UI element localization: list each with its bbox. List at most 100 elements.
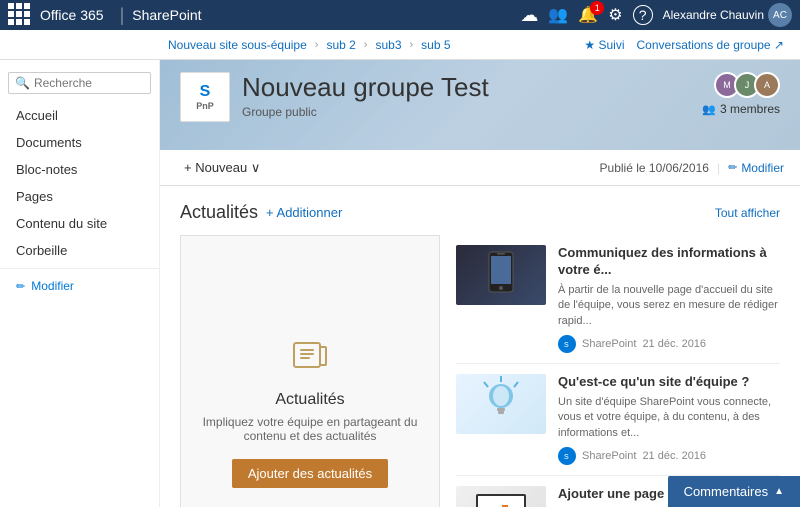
- news-section-title: Actualités: [180, 202, 258, 223]
- news-item-1[interactable]: Qu'est-ce qu'un site d'équipe ? Un site …: [456, 364, 780, 476]
- top-bar-icons: ☁ 👥 🔔 1 ⚙ ? Alexandre Chauvin AC: [520, 3, 792, 27]
- layout: 🔍 Accueil Documents Bloc-notes Pages Con…: [0, 60, 800, 507]
- news-placeholder-text: Impliquez votre équipe en partageant du …: [201, 415, 419, 443]
- news-placeholder-icon: [290, 335, 330, 383]
- sidebar-item-label: Accueil: [16, 108, 58, 123]
- news-thumb-0: [456, 245, 546, 305]
- notification-icon[interactable]: 🔔 1: [578, 5, 598, 25]
- modify-button[interactable]: ✏ Modifier: [728, 161, 784, 175]
- user-menu[interactable]: Alexandre Chauvin AC: [663, 3, 792, 27]
- sidebar-nav: Accueil Documents Bloc-notes Pages Conte…: [0, 102, 159, 299]
- commentaires-label: Commentaires: [684, 484, 769, 499]
- sidebar-item-corbeille[interactable]: Corbeille: [0, 237, 159, 264]
- suivi-button[interactable]: ★ Suivi: [584, 38, 624, 52]
- sidebar-divider: [0, 268, 159, 269]
- breadcrumb-item-0[interactable]: Nouveau site sous-équipe: [160, 30, 315, 60]
- members-count[interactable]: 👥 3 membres: [702, 102, 780, 116]
- published-date: Publié le 10/06/2016: [600, 161, 709, 175]
- user-name: Alexandre Chauvin: [663, 8, 764, 22]
- main-content: S PnP Nouveau groupe Test Groupe public …: [160, 60, 800, 507]
- sidebar: 🔍 Accueil Documents Bloc-notes Pages Con…: [0, 60, 160, 507]
- sidebar-item-label: Pages: [16, 189, 53, 204]
- news-section-header: Actualités + Additionner Tout afficher: [180, 202, 780, 223]
- people-small-icon: 👥: [702, 103, 716, 116]
- commentaires-button[interactable]: Commentaires ▲: [668, 476, 800, 507]
- sidebar-item-contenu[interactable]: Contenu du site: [0, 210, 159, 237]
- separator: |: [120, 5, 125, 26]
- news-thumb-2: [456, 486, 546, 507]
- breadcrumb-item-3[interactable]: sub 5: [413, 30, 458, 60]
- svg-text:S: S: [564, 454, 569, 461]
- member-avatar-3: A: [754, 72, 780, 98]
- group-actions: ★ Suivi Conversations de groupe ↗: [584, 38, 800, 52]
- sidebar-item-label: Contenu du site: [16, 216, 107, 231]
- news-source-1: SharePoint: [582, 450, 636, 462]
- app-name: Office 365: [40, 7, 104, 23]
- news-meta-1: S SharePoint 21 déc. 2016: [558, 447, 780, 465]
- help-icon[interactable]: ?: [633, 5, 653, 25]
- sidebar-modifier-button[interactable]: ✏ Modifier: [0, 273, 159, 299]
- breadcrumb-item-2[interactable]: sub3: [367, 30, 409, 60]
- news-add-actualites-button[interactable]: Ajouter des actualités: [232, 459, 388, 488]
- sidebar-item-documents[interactable]: Documents: [0, 129, 159, 156]
- user-avatar: AC: [768, 3, 792, 27]
- news-info-0: Communiquez des informations à votre é..…: [558, 245, 780, 353]
- group-icon: S PnP: [180, 72, 230, 122]
- group-title-area: Nouveau groupe Test Groupe public: [242, 72, 690, 119]
- news-list: Communiquez des informations à votre é..…: [456, 235, 780, 507]
- news-info-1: Qu'est-ce qu'un site d'équipe ? Un site …: [558, 374, 780, 465]
- group-icon-s: S: [200, 83, 211, 101]
- notification-badge: 1: [590, 1, 604, 15]
- action-bar-right: Publié le 10/06/2016 | ✏ Modifier: [600, 161, 784, 175]
- sidebar-modifier-label: Modifier: [31, 279, 74, 293]
- news-item-0[interactable]: Communiquez des informations à votre é..…: [456, 235, 780, 364]
- news-placeholder-title: Actualités: [275, 391, 344, 409]
- group-title: Nouveau groupe Test: [242, 72, 690, 103]
- sidebar-item-label: Documents: [16, 135, 82, 150]
- edit-icon: ✏: [728, 161, 737, 174]
- sidebar-item-bloc-notes[interactable]: Bloc-notes: [0, 156, 159, 183]
- group-icon-pnp: PnP: [196, 101, 214, 111]
- sharepoint-icon-1: S: [558, 447, 576, 465]
- modifier-icon: ✏: [16, 280, 25, 293]
- search-input[interactable]: [34, 76, 144, 90]
- site-name[interactable]: SharePoint: [132, 7, 201, 23]
- chevron-up-icon: ▲: [774, 486, 784, 497]
- waffle-menu[interactable]: [8, 3, 32, 27]
- news-excerpt-0: À partir de la nouvelle page d'accueil d…: [558, 283, 780, 329]
- settings-icon[interactable]: ⚙: [608, 5, 622, 25]
- sidebar-item-pages[interactable]: Pages: [0, 183, 159, 210]
- group-members-area: M J A 👥 3 membres: [702, 72, 780, 116]
- sharepoint-icon-0: S: [558, 335, 576, 353]
- group-subtitle: Groupe public: [242, 105, 690, 119]
- breadcrumb: Nouveau site sous-équipe › sub 2 › sub3 …: [160, 30, 584, 60]
- news-add-button[interactable]: + Additionner: [266, 205, 342, 220]
- news-placeholder: Actualités Impliquez votre équipe en par…: [180, 235, 440, 507]
- sidebar-item-label: Corbeille: [16, 243, 67, 258]
- group-header: S PnP Nouveau groupe Test Groupe public …: [160, 60, 800, 150]
- news-content: Actualités Impliquez votre équipe en par…: [180, 235, 780, 507]
- nouveau-button[interactable]: + Nouveau ∨: [176, 156, 268, 180]
- member-avatars: M J A: [714, 72, 780, 98]
- action-bar: + Nouveau ∨ Publié le 10/06/2016 | ✏ Mod…: [160, 150, 800, 186]
- news-title-1: Qu'est-ce qu'un site d'équipe ?: [558, 374, 780, 391]
- breadcrumb-item-1[interactable]: sub 2: [318, 30, 363, 60]
- news-thumb-1: [456, 374, 546, 434]
- sidebar-item-label: Bloc-notes: [16, 162, 77, 177]
- svg-text:S: S: [564, 342, 569, 349]
- conversations-button[interactable]: Conversations de groupe ↗: [637, 38, 784, 52]
- people-icon[interactable]: 👥: [548, 5, 568, 25]
- news-date-1: 21 déc. 2016: [642, 450, 706, 462]
- search-box[interactable]: 🔍: [8, 72, 151, 94]
- cloud-icon[interactable]: ☁: [520, 5, 538, 26]
- group-header-inner: S PnP Nouveau groupe Test Groupe public …: [180, 72, 780, 122]
- sidebar-item-accueil[interactable]: Accueil: [0, 102, 159, 129]
- second-bar: Nouveau site sous-équipe › sub 2 › sub3 …: [0, 30, 800, 60]
- news-title-0: Communiquez des informations à votre é..…: [558, 245, 780, 279]
- top-bar: Office 365 | SharePoint ☁ 👥 🔔 1 ⚙ ? Alex…: [0, 0, 800, 30]
- news-excerpt-1: Un site d'équipe SharePoint vous connect…: [558, 395, 780, 441]
- news-view-all[interactable]: Tout afficher: [715, 206, 780, 220]
- news-section: Actualités + Additionner Tout afficher: [160, 186, 800, 507]
- search-icon: 🔍: [15, 76, 30, 90]
- news-meta-0: S SharePoint 21 déc. 2016: [558, 335, 780, 353]
